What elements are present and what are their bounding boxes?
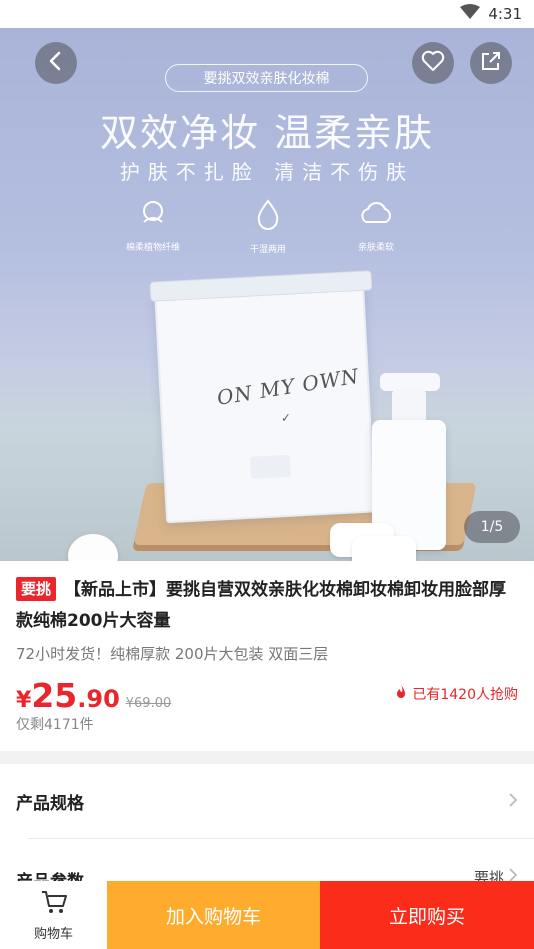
feature-item: 亲肤柔软 <box>326 198 426 253</box>
hero-subline: 护肤不扎脸 清洁不伤肤 <box>119 160 415 184</box>
price-integer: 25 <box>31 676 78 715</box>
hero-headline: 双效净妆 温柔亲肤 <box>99 111 435 155</box>
cloud-soft-icon <box>326 198 426 232</box>
flame-icon <box>394 684 408 704</box>
cotton-ball <box>68 534 118 561</box>
price-decimal: .90 <box>77 685 120 713</box>
bottom-action-bar: 购物车 加入购物车 立即购买 <box>0 881 534 949</box>
feature-label: 亲肤柔软 <box>357 243 394 253</box>
spec-section: 产品规格 产品参数 要挑 <box>0 764 534 892</box>
buy-now-button[interactable]: 立即购买 <box>320 881 534 949</box>
price-currency: ¥ <box>16 688 32 713</box>
feature-label: 棉柔植物纤维 <box>125 243 180 253</box>
status-bar: 4:31 <box>0 0 534 28</box>
cart-tab[interactable]: 购物车 <box>0 881 107 949</box>
sold-count: 已有1420人抢购 <box>394 684 518 704</box>
water-drop-icon <box>218 198 318 234</box>
feature-label: 干湿两用 <box>249 245 286 255</box>
add-to-cart-button[interactable]: 加入购物车 <box>107 881 320 949</box>
share-icon <box>480 50 502 76</box>
stock-remaining: 仅剩4171件 <box>16 717 94 733</box>
chevron-right-icon <box>508 792 518 812</box>
product-title: 【新品上市】要挑自营双效亲肤化妆棉卸妆棉卸妆用脸部厚款纯棉200片大容量 <box>16 580 507 631</box>
feature-item: 棉柔植物纤维 <box>103 198 203 253</box>
heart-icon <box>421 50 445 76</box>
bag-logo <box>249 454 291 479</box>
cotton-pad-bag: ON MY OWN ✓ <box>149 270 376 524</box>
cotton-pad <box>352 536 416 561</box>
cart-label: 购物车 <box>33 926 73 942</box>
bag-seal <box>149 270 373 302</box>
spec-row-specification[interactable]: 产品规格 <box>0 764 534 839</box>
status-time: 4:31 <box>488 5 522 23</box>
bag-brand-text: ON MY OWN <box>215 363 361 410</box>
product-info-card: 要挑 【新品上市】要挑自营双效亲肤化妆棉卸妆棉卸妆用脸部厚款纯棉200片大容量 7… <box>0 561 534 751</box>
heart-mark-icon: ✓ <box>280 410 292 426</box>
price-row: ¥ 25 .90 ¥69.00 已有1420人抢购 <box>16 676 518 716</box>
product-title-block: 要挑 【新品上市】要挑自营双效亲肤化妆棉卸妆棉卸妆用脸部厚款纯棉200片大容量 <box>16 575 518 637</box>
sold-text: 已有1420人抢购 <box>412 687 518 703</box>
original-price: ¥69.00 <box>125 696 172 711</box>
product-subtitle: 72小时发货！纯棉厚款 200片大包装 双面三层 <box>16 645 329 663</box>
chevron-left-icon <box>47 51 65 75</box>
hero-tag: 要挑双效亲肤化妆棉 <box>165 64 368 92</box>
product-detail-page: 4:31 要挑双效亲肤化妆棉 双效净妆 温柔亲肤 护肤不扎脸 清洁不伤肤 棉柔植… <box>0 0 534 949</box>
shopping-cart-icon <box>40 889 68 919</box>
feature-item: 干湿两用 <box>218 198 318 255</box>
favorite-button[interactable] <box>412 42 454 84</box>
product-image-carousel[interactable]: 要挑双效亲肤化妆棉 双效净妆 温柔亲肤 护肤不扎脸 清洁不伤肤 棉柔植物纤维 干… <box>0 28 534 561</box>
cotton-flower-icon <box>103 198 203 232</box>
brand-badge: 要挑 <box>16 577 57 601</box>
wifi-icon <box>460 4 481 24</box>
bottle-pump <box>380 373 440 391</box>
bottle-neck <box>392 390 426 422</box>
back-button[interactable] <box>35 42 77 84</box>
image-pager: 1/5 <box>464 511 520 543</box>
spec-label: 产品规格 <box>16 794 84 814</box>
share-button[interactable] <box>470 42 512 84</box>
